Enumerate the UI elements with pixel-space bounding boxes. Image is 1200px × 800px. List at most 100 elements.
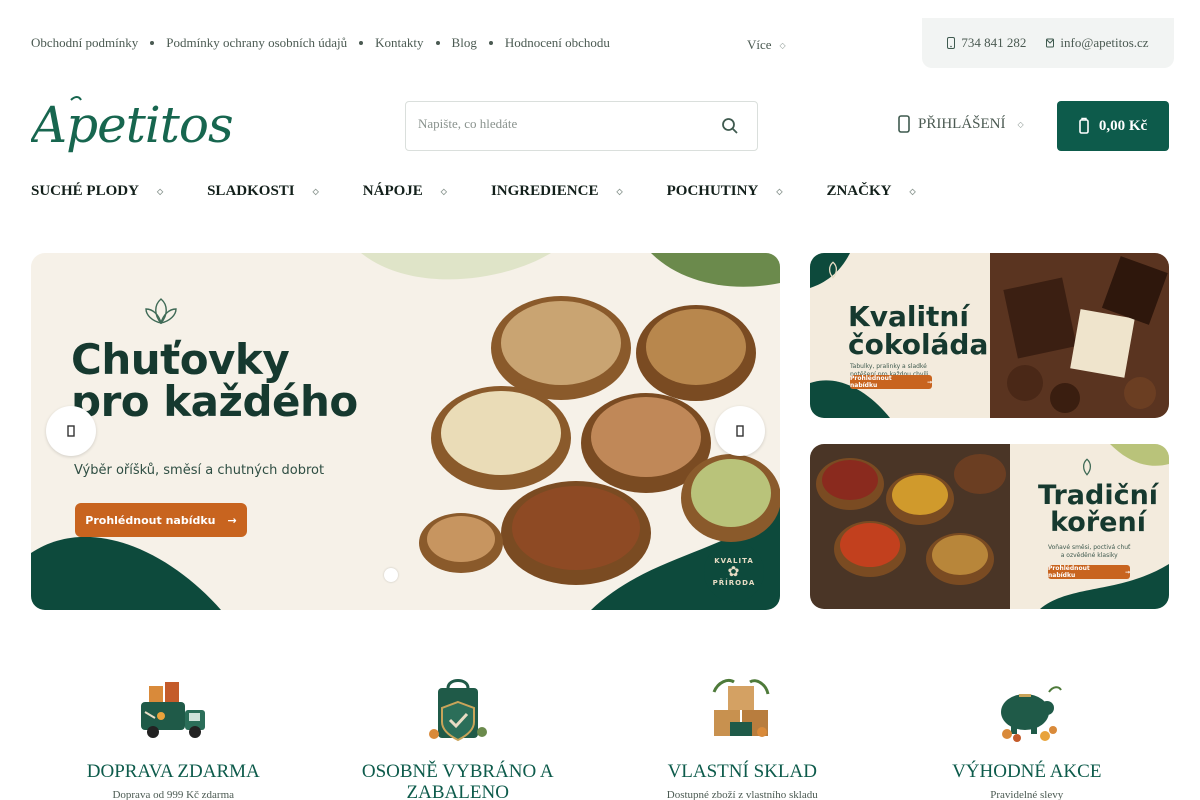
feature-title: VLASTNÍ SKLAD [667,761,817,782]
link-privacy[interactable]: Podmínky ochrany osobních údajů [166,35,347,51]
banner-title-line1: Kvalitní [848,300,969,333]
search-icon[interactable] [721,117,739,135]
banner-cta-label: Prohlédnout nabídku [1048,565,1090,579]
chevron-down-icon: ◇ [156,187,164,196]
separator-dot [488,41,493,45]
apetitos-logo: Apetitos [27,96,234,154]
feature-text: Pravidelné slevy [990,788,1064,800]
phone-icon [947,37,956,49]
login-button[interactable]: PŘIHLÁŠENÍ ◇ [898,114,1024,134]
banner-title: Kvalitní čokoláda [848,303,988,359]
banner-title-line2: čokoláda [848,328,989,361]
hero-subtitle: Výběr oříšků, směsí a chutných dobrot [74,463,325,478]
cart-total: 0,00 Kč [1098,117,1148,134]
hero-title-line2: pro každého [71,377,358,426]
chevron-down-icon: ◇ [312,187,319,196]
chevron-down-icon: ◇ [440,187,447,196]
badge-bottom-text: PŘÍRODA [712,579,756,587]
feature-hand-packed: OSOBNĚ VYBRÁNO A ZABALENO [316,672,601,800]
chevron-down-icon: ◇ [1017,119,1024,129]
arrow-right-icon: → [227,513,237,527]
nav-brands[interactable]: ZNAČKY ◇ [826,183,915,200]
chocolate-banner[interactable]: Kvalitní čokoláda Tabulky, pralinky a sl… [810,253,1169,418]
hero-title-line1: Chuťovky [71,335,290,384]
feature-own-warehouse: VLASTNÍ SKLAD Dostupné zboží z vlastního… [600,672,885,800]
nav-sweets[interactable]: SLADKOSTI ◇ [207,183,319,200]
top-links-bar: Obchodní podmínky Podmínky ochrany osobn… [31,35,610,51]
nav-drinks[interactable]: NÁPOJE ◇ [363,183,447,200]
banner-desc-line1: Tabulky, pralinky a sladké [850,363,927,370]
gift-bag-icon [428,679,487,742]
hero-cta-button[interactable]: Prohlédnout nabídku → [75,503,247,537]
leaf-decoration [173,550,174,551]
nav-ingredients[interactable]: INGREDIENCE ◇ [491,183,623,200]
feature-title: VÝHODNÉ AKCE [952,761,1102,782]
feature-free-delivery: DOPRAVA ZDARMA Doprava od 999 Kč zdarma [31,672,316,800]
spices-banner[interactable]: Tradiční koření Voňavé směsi, poctivá ch… [810,444,1169,609]
main-navigation: SUCHÉ PLODY ◇ SLADKOSTI ◇ NÁPOJE ◇ INGREDIE… [31,183,960,200]
cart-button[interactable]: 0,00 Kč [1057,101,1169,151]
arrow-right-icon: → [926,378,932,386]
leaf-logo-icon [828,261,838,279]
email-icon [1046,38,1055,48]
link-terms[interactable]: Obchodní podmínky [31,35,138,51]
slider-prev-button[interactable] [46,406,96,456]
nav-label: SLADKOSTI [207,183,295,199]
chevron-down-icon: ◇ [616,187,623,196]
nav-label: POCHUTINY [666,183,759,199]
cart-icon [1079,117,1089,134]
hero-slider[interactable]: Chuťovky pro každého Výběr oříšků, směsí… [31,253,780,610]
link-shop-rating[interactable]: Hodnocení obchodu [505,35,610,51]
arrow-left-icon [67,425,75,437]
search-box [405,101,758,151]
banner-cta-button[interactable]: Prohlédnout nabídku → [1048,565,1130,579]
arrow-right-icon: → [1124,568,1130,576]
feature-text: Doprava od 999 Kč zdarma [112,788,235,800]
banner-title-line1: Tradiční [1038,480,1159,511]
banner-desc: Voňavé směsi, poctivá chuť a ozvěděné kl… [1048,544,1130,560]
login-label: PŘIHLÁŠENÍ [918,115,1006,132]
chevron-down-icon: ◇ [776,187,783,196]
banner-title: Tradiční koření [1038,482,1158,536]
leaf-logo-icon [145,298,177,325]
chevron-down-icon: ◇ [909,187,916,196]
slider-dot-active[interactable] [384,568,398,582]
nav-label: NÁPOJE [362,183,423,199]
more-dropdown[interactable]: Více ◇ [747,37,786,53]
banner-cta-label: Prohlédnout nabídku [850,375,892,389]
email-address: info@apetitos.cz [1060,35,1149,50]
feature-text: Dostupné zboží z vlastního skladu [666,788,818,800]
leaf-logo-icon [1082,458,1092,476]
nav-label: INGREDIENCE [490,183,599,199]
site-logo[interactable]: Apetitos [27,96,257,156]
nav-label: ZNAČKY [826,183,892,199]
separator-dot [435,41,440,45]
hero-title: Chuťovky pro každého [71,339,358,423]
email-contact[interactable]: info@apetitos.cz [1046,35,1149,51]
banner-title-line2: koření [1050,507,1146,538]
search-input[interactable] [418,116,718,132]
separator-dot [150,41,155,45]
leaf-icon: ✿ [727,564,741,580]
link-contacts[interactable]: Kontakty [375,35,423,51]
feature-title: OSOBNĚ VYBRÁNO A ZABALENO [361,761,554,800]
link-blog[interactable]: Blog [452,35,477,51]
feature-title: DOPRAVA ZDARMA [86,761,260,782]
piggy-bank-icon [1000,686,1062,742]
slider-next-button[interactable] [715,406,765,456]
contact-box: 734 841 282 info@apetitos.cz [922,18,1174,68]
banner-desc-line2: a ozvěděné klasiky [1060,551,1118,559]
nav-label: SUCHÉ PLODY [31,183,139,199]
banner-cta-button[interactable]: Prohlédnout nabídku → [850,375,932,389]
more-label: Více [747,37,772,52]
feature-great-deals: VÝHODNÉ AKCE Pravidelné slevy [885,672,1170,800]
hero-cta-label: Prohlédnout nabídku [85,513,216,527]
banner-desc-line1: Voňavé směsi, poctivá chuť [1048,544,1131,551]
nav-dried-fruits[interactable]: SUCHÉ PLODY ◇ [31,183,163,200]
quality-badge: KVALITA ✿ PŘÍRODA [704,542,764,602]
delivery-truck-icon [141,682,206,738]
separator-dot [359,41,364,45]
nav-delicacies[interactable]: POCHUTINY ◇ [667,183,783,200]
logo-lettering: Apetitos [31,96,233,154]
phone-contact[interactable]: 734 841 282 [947,35,1026,51]
